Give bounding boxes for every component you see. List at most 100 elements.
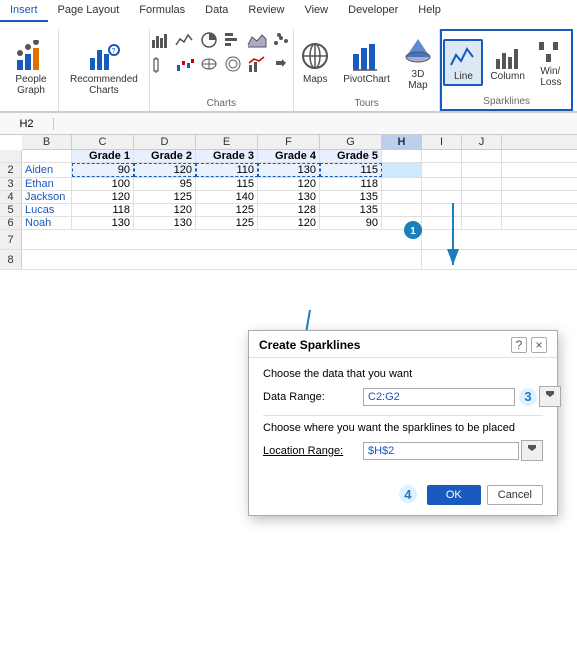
data-range-collapse-button[interactable] [539, 386, 561, 407]
dialog-help-button[interactable]: ? [511, 337, 527, 353]
cell-g4[interactable]: 135 [320, 191, 382, 203]
tab-formulas[interactable]: Formulas [129, 0, 195, 22]
create-sparklines-dialog[interactable]: Create Sparklines ? × Choose the data th… [248, 330, 558, 516]
cell-b1[interactable] [22, 150, 72, 162]
cell-j1[interactable] [462, 150, 502, 162]
pie-chart-button[interactable] [198, 29, 220, 51]
line-sparkline-button[interactable]: Line [443, 39, 483, 86]
cell-b3[interactable]: Ethan [22, 178, 72, 190]
name-box[interactable]: H2 [4, 118, 54, 130]
area-chart-button[interactable] [246, 29, 268, 51]
cell-j5[interactable] [462, 204, 502, 216]
cell-e5[interactable]: 125 [196, 204, 258, 216]
cell-g2[interactable]: 115 [320, 163, 382, 177]
combo-button[interactable] [246, 53, 268, 75]
cell-c4[interactable]: 120 [72, 191, 134, 203]
cell-h2[interactable] [382, 163, 422, 177]
cell-f4[interactable]: 130 [258, 191, 320, 203]
col-header-g[interactable]: G [320, 135, 382, 149]
cell-j6[interactable] [462, 217, 502, 229]
cell-h6[interactable] [382, 217, 422, 229]
cell-f5[interactable]: 128 [258, 204, 320, 216]
col-header-f[interactable]: F [258, 135, 320, 149]
maps-button[interactable]: Maps [294, 37, 336, 88]
dialog-data-range-input[interactable] [363, 388, 515, 406]
cell-i1[interactable] [422, 150, 462, 162]
cell-d4[interactable]: 125 [134, 191, 196, 203]
recommended-charts-button[interactable]: ? RecommendedCharts [65, 37, 143, 99]
waterfall-button[interactable] [174, 53, 196, 75]
cell-j3[interactable] [462, 178, 502, 190]
ok-button[interactable]: OK [427, 485, 481, 505]
cell-f2[interactable]: 130 [258, 163, 320, 177]
cell-c3[interactable]: 100 [72, 178, 134, 190]
cancel-button[interactable]: Cancel [487, 485, 543, 505]
cell-g5[interactable]: 135 [320, 204, 382, 216]
line-chart-button[interactable] [174, 29, 196, 51]
cell-c2[interactable]: 90 [72, 163, 134, 177]
cell-h5[interactable] [382, 204, 422, 216]
cell-f1[interactable]: Grade 4 [258, 150, 320, 162]
col-header-i[interactable]: I [422, 135, 462, 149]
cell-i3[interactable] [422, 178, 462, 190]
cell-b2[interactable]: Aiden [22, 163, 72, 177]
cell-i4[interactable] [422, 191, 462, 203]
cell-i6[interactable] [422, 217, 462, 229]
col-header-c[interactable]: C [72, 135, 134, 149]
cell-f6[interactable]: 120 [258, 217, 320, 229]
cell-c1[interactable]: Grade 1 [72, 150, 134, 162]
cell-i2[interactable] [422, 163, 462, 177]
col-header-d[interactable]: D [134, 135, 196, 149]
cell-h4[interactable] [382, 191, 422, 203]
column-chart-button[interactable] [150, 29, 172, 51]
cell-i5[interactable] [422, 204, 462, 216]
dialog-close-button[interactable]: × [531, 337, 547, 353]
bar-chart-button[interactable] [222, 29, 244, 51]
expand-charts-button[interactable] [270, 53, 292, 75]
cell-b5[interactable]: Lucas [22, 204, 72, 216]
cell-d6[interactable]: 130 [134, 217, 196, 229]
tab-help[interactable]: Help [408, 0, 451, 22]
cell-h1[interactable] [382, 150, 422, 162]
sunburst-button[interactable] [222, 53, 244, 75]
cell-e1[interactable]: Grade 3 [196, 150, 258, 162]
cell-c5[interactable]: 118 [72, 204, 134, 216]
cell-e4[interactable]: 140 [196, 191, 258, 203]
tab-developer[interactable]: Developer [338, 0, 408, 22]
cell-empty-7[interactable] [22, 230, 422, 249]
people-graph-button[interactable]: PeopleGraph [10, 37, 52, 99]
scatter-chart-button[interactable] [270, 29, 292, 51]
cell-e2[interactable]: 110 [196, 163, 258, 177]
col-header-b[interactable]: B [22, 135, 72, 149]
tab-review[interactable]: Review [238, 0, 294, 22]
cell-empty-8[interactable] [22, 250, 422, 269]
cell-j4[interactable] [462, 191, 502, 203]
tab-data[interactable]: Data [195, 0, 238, 22]
column-sparkline-button[interactable]: Column [485, 40, 529, 85]
tab-view[interactable]: View [294, 0, 338, 22]
col-header-h[interactable]: H [382, 135, 422, 149]
col-header-e[interactable]: E [196, 135, 258, 149]
cell-d3[interactable]: 95 [134, 178, 196, 190]
cell-d2[interactable]: 120 [134, 163, 196, 177]
cell-d1[interactable]: Grade 2 [134, 150, 196, 162]
cell-h3[interactable] [382, 178, 422, 190]
tab-page-layout[interactable]: Page Layout [48, 0, 130, 22]
cell-e3[interactable]: 115 [196, 178, 258, 190]
win-loss-sparkline-button[interactable]: Win/Loss [532, 35, 570, 91]
pivot-chart-button[interactable]: PivotChart [338, 37, 395, 88]
cell-d5[interactable]: 120 [134, 204, 196, 216]
cell-j2[interactable] [462, 163, 502, 177]
cell-b4[interactable]: Jackson [22, 191, 72, 203]
cell-g1[interactable]: Grade 5 [320, 150, 382, 162]
cell-g3[interactable]: 118 [320, 178, 382, 190]
3d-map-button[interactable]: 3DMap [397, 32, 439, 94]
tab-insert[interactable]: Insert [0, 0, 48, 22]
cell-b6[interactable]: Noah [22, 217, 72, 229]
dialog-location-range-input[interactable] [363, 442, 519, 460]
cell-c6[interactable]: 130 [72, 217, 134, 229]
col-header-j[interactable]: J [462, 135, 502, 149]
cell-g6[interactable]: 90 [320, 217, 382, 229]
cell-f3[interactable]: 120 [258, 178, 320, 190]
cell-e6[interactable]: 125 [196, 217, 258, 229]
